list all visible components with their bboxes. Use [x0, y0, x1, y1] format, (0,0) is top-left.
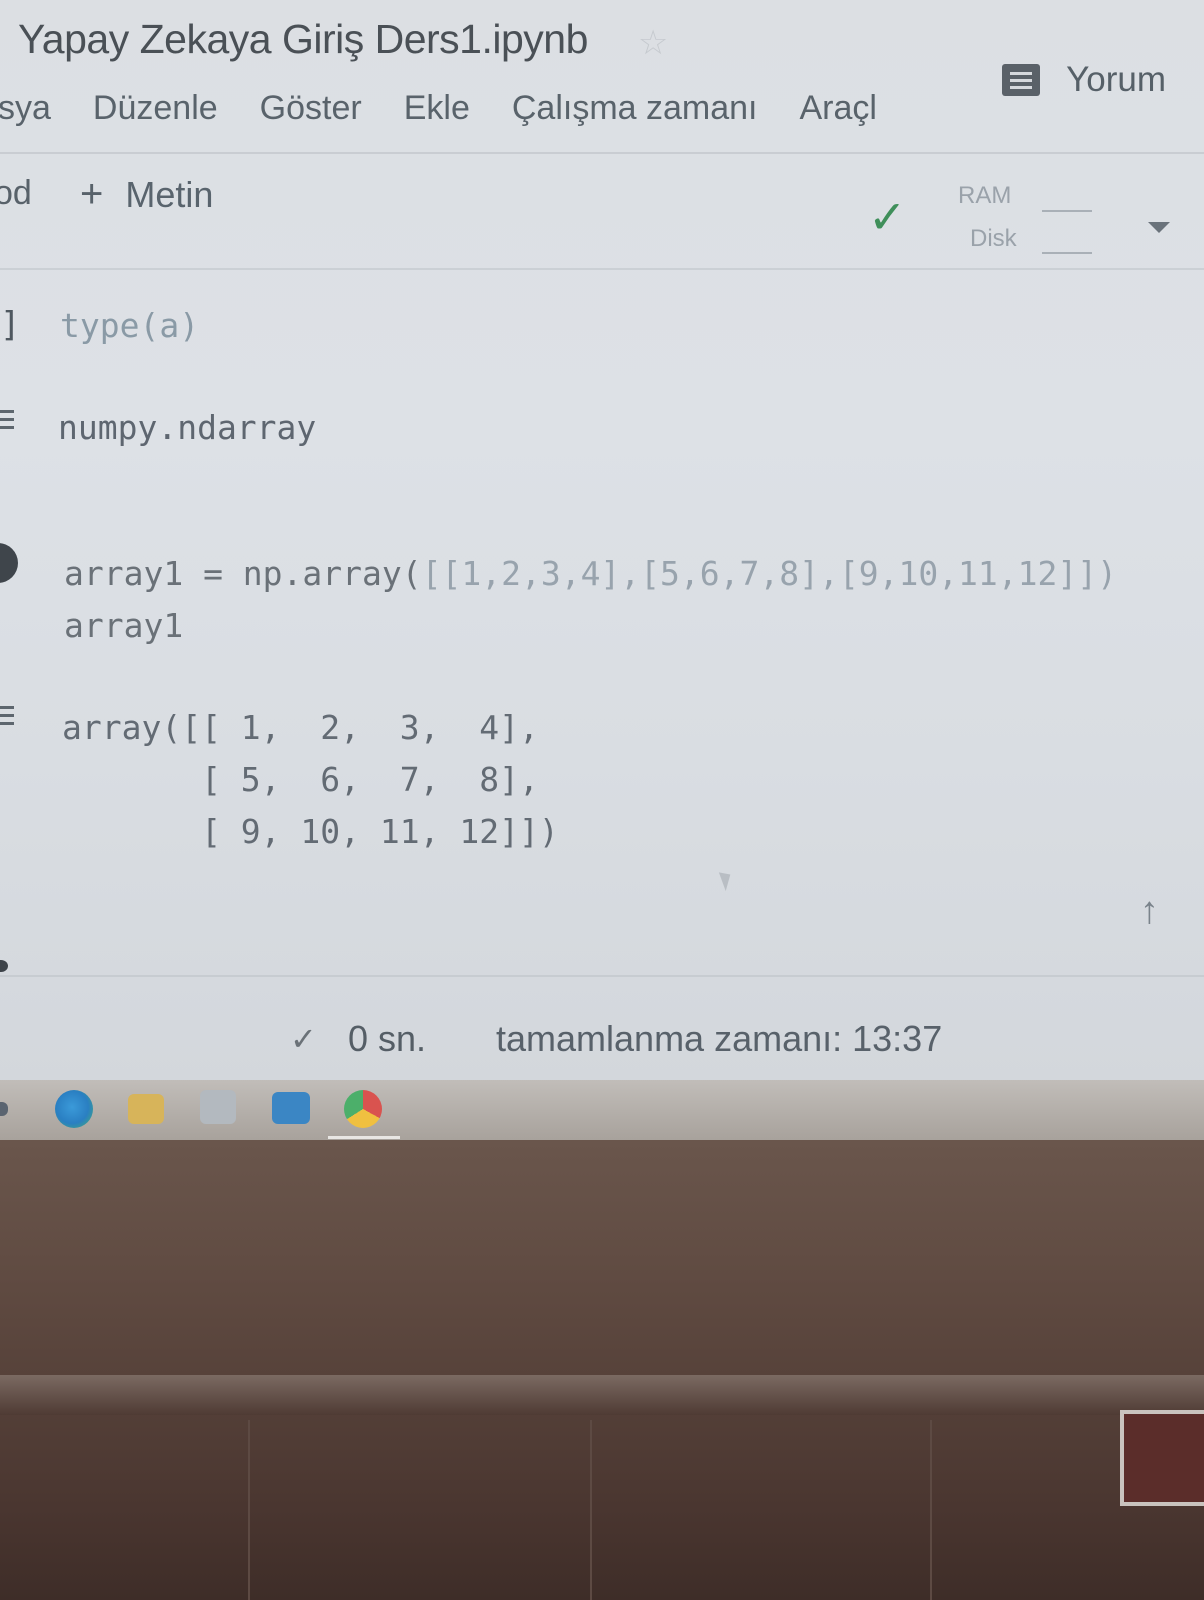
code-line-1b: [[1,2,3,4],[5,6,7,8],[9,10,11,12]] [421, 554, 1098, 593]
menu-file[interactable]: sya [0, 89, 51, 128]
completion-time: tamamlanma zamanı: 13:37 [496, 1018, 943, 1059]
menu-tools[interactable]: Araçl [800, 89, 877, 128]
menu-edit[interactable]: Düzenle [93, 89, 218, 128]
mouse-cursor-icon [718, 868, 736, 892]
chrome-icon[interactable] [344, 1090, 382, 1128]
cell-2-output: array([[ 1, 2, 3, 4], [ 5, 6, 7, 8], [ 9… [62, 702, 559, 858]
menu-bar: sya Düzenle Göster Ekle Çalışma zamanı A… [0, 78, 919, 138]
menu-view[interactable]: Göster [260, 89, 362, 128]
add-code-button[interactable]: od [0, 174, 32, 213]
active-app-indicator [328, 1136, 400, 1139]
code-line-2: array1 [64, 606, 184, 645]
mail-icon[interactable] [272, 1092, 310, 1124]
star-icon[interactable]: ☆ [638, 23, 668, 63]
comment-icon [1002, 64, 1041, 96]
comment-button[interactable]: Yorum [1002, 60, 1166, 100]
menubar-divider [0, 152, 1204, 154]
status-divider [0, 975, 1204, 977]
calculator-icon[interactable] [200, 1090, 236, 1124]
code-line-1c: ) [1097, 554, 1118, 593]
ram-label[interactable]: RAM [958, 182, 1011, 210]
execution-duration: 0 sn. [348, 1018, 427, 1059]
code-cell-2[interactable]: array1 = np.array([[1,2,3,4],[5,6,7,8],[… [64, 548, 1117, 652]
wall-background [0, 1140, 1204, 1600]
cell-1-output: numpy.ndarray [58, 408, 317, 447]
wall-frame [1120, 1410, 1204, 1506]
output-toggle-icon[interactable] [0, 706, 18, 736]
menu-insert[interactable]: Ekle [404, 89, 470, 128]
disk-usage-bar [1042, 252, 1092, 254]
ram-usage-bar [1042, 210, 1092, 212]
code-cell-1[interactable]: type(a) [60, 306, 199, 345]
start-icon[interactable] [0, 1102, 8, 1116]
code-line-1a: array1 = np.array( [64, 554, 422, 593]
wall-panel [248, 1420, 250, 1600]
taskbar [0, 1080, 1204, 1140]
add-text-button[interactable]: + Metin [80, 172, 213, 217]
output-line-3: [ 9, 10, 11, 12]]) [62, 812, 559, 851]
output-line-2: [ 5, 6, 7, 8], [62, 760, 539, 799]
output-toggle-icon[interactable] [0, 410, 18, 440]
status-check-icon: ✓ [290, 1021, 317, 1057]
notebook-title[interactable]: Yapay Zekaya Giriş Ders1.ipynb [18, 16, 588, 63]
colab-screen: Yapay Zekaya Giriş Ders1.ipynb ☆ Yorum s… [0, 0, 1204, 1085]
disk-label[interactable]: Disk [970, 225, 1017, 253]
plus-icon: + [80, 172, 104, 216]
comment-label: Yorum [1066, 60, 1166, 99]
check-icon: ✓ [868, 191, 907, 243]
chevron-down-icon[interactable] [1148, 222, 1170, 233]
edge-browser-icon[interactable] [55, 1090, 93, 1128]
notebook-title-row: Yapay Zekaya Giriş Ders1.ipynb ☆ [18, 4, 668, 74]
cell-marker [0, 960, 8, 972]
arrow-up-icon[interactable]: ↑ [1140, 890, 1159, 933]
menu-runtime[interactable]: Çalışma zamanı [512, 89, 758, 128]
file-explorer-icon[interactable] [128, 1094, 164, 1124]
toolbar-divider [0, 268, 1204, 270]
screen-ledge [0, 1375, 1204, 1415]
output-line-1: array([[ 1, 2, 3, 4], [62, 708, 539, 747]
add-text-label: Metin [125, 173, 214, 215]
run-cell-button[interactable] [0, 543, 18, 583]
wall-panel [930, 1420, 932, 1600]
cell-execution-count: ] [0, 305, 21, 345]
wall-panel [590, 1420, 592, 1600]
